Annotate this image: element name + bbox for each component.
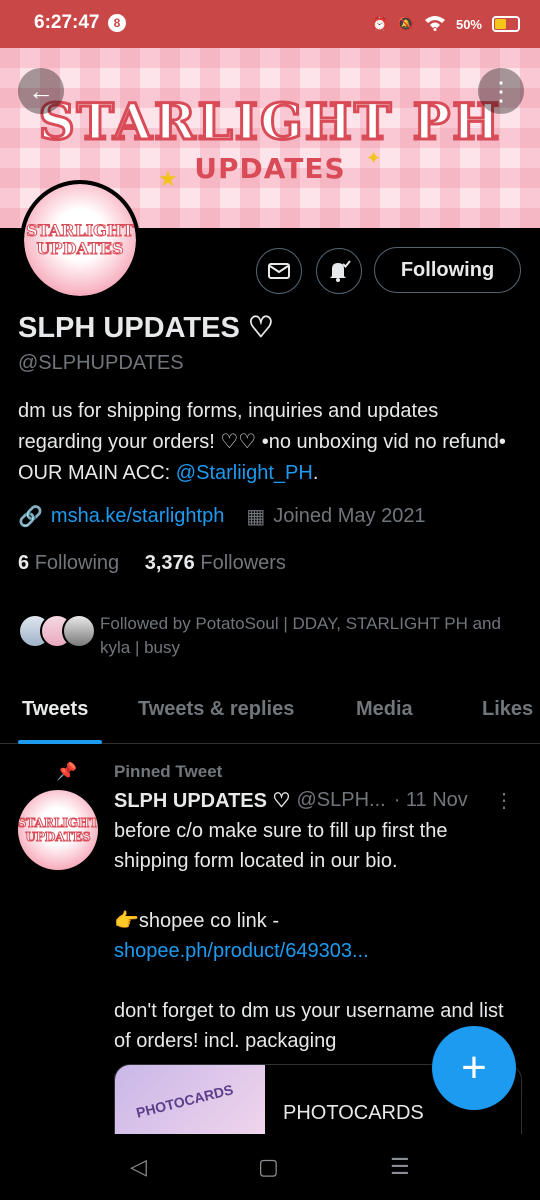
tweet-header: SLPH UPDATES ♡ @SLPH... · 11 Nov ⋮ xyxy=(114,788,524,813)
bio-mention-link[interactable]: @Starliight_PH xyxy=(176,462,313,484)
tab-likes[interactable]: Likes xyxy=(482,698,533,721)
active-tab-indicator xyxy=(18,740,102,744)
tab-tweets[interactable]: Tweets xyxy=(22,698,88,721)
bell-check-icon xyxy=(330,260,351,282)
alarm-icon: ⏰ xyxy=(371,16,388,31)
tweet-date[interactable]: · 11 Nov xyxy=(394,789,468,812)
calendar-icon: ▦ xyxy=(246,506,266,528)
more-vertical-icon: ⋮ xyxy=(488,75,514,106)
following-count-link[interactable]: 6 Following xyxy=(18,552,119,574)
pin-icon: 📌 xyxy=(56,762,78,781)
following-count: 6 xyxy=(18,552,30,574)
nav-home-icon[interactable]: ▢ xyxy=(258,1154,279,1180)
following-button[interactable]: Following xyxy=(374,247,521,293)
tweet-author[interactable]: SLPH UPDATES ♡ xyxy=(114,788,290,813)
system-nav-bar: ◁ ▢ ☰ xyxy=(0,1134,540,1200)
avatar-line-1: STARLIGHT xyxy=(26,221,135,240)
tweet-line-1: before c/o make sure to fill up first th… xyxy=(114,820,448,872)
status-time: 6:27:47 xyxy=(34,12,100,33)
tab-media[interactable]: Media xyxy=(356,698,413,721)
more-options-button[interactable]: ⋮ xyxy=(478,68,524,114)
avatar-image: STARLIGHT UPDATES xyxy=(24,184,136,296)
followed-by-text: Followed by PotatoSoul | DDAY, STARLIGHT… xyxy=(100,614,501,657)
tweet-avatar[interactable]: STARLIGHT UPDATES xyxy=(18,790,98,870)
wifi-icon xyxy=(424,15,446,34)
card-thumbnail: PHOTOCARDS xyxy=(115,1065,265,1143)
profile-meta: 🔗 msha.ke/starlightph ▦ Joined May 2021 xyxy=(18,504,426,529)
star-icon: ★ xyxy=(158,166,178,191)
back-button[interactable]: ← xyxy=(18,68,64,114)
tweet-avatar-line-1: STARLIGHT xyxy=(18,816,98,831)
followers-count-link[interactable]: 3,376 Followers xyxy=(145,552,286,574)
avatar xyxy=(62,614,96,648)
link-icon: 🔗 xyxy=(18,506,43,528)
star-icon: ✦ xyxy=(366,148,382,168)
message-button[interactable] xyxy=(256,248,302,294)
profile-handle: @SLPHUPDATES xyxy=(18,352,184,374)
status-icons: ⏰ 🔕 50% xyxy=(372,10,520,38)
envelope-icon xyxy=(268,263,290,279)
tweet-body[interactable]: before c/o make sure to fill up first th… xyxy=(114,816,524,1056)
tweet-handle[interactable]: @SLPH... xyxy=(296,789,385,812)
card-thumbnail-text: PHOTOCARDS xyxy=(134,1081,235,1121)
tweet-avatar-line-2: UPDATES xyxy=(25,830,91,845)
profile-bio: dm us for shipping forms, inquiries and … xyxy=(18,396,518,489)
mute-icon: 🔕 xyxy=(397,16,414,31)
back-arrow-icon: ← xyxy=(28,75,54,106)
profile-avatar[interactable]: STARLIGHT UPDATES xyxy=(20,180,140,300)
nav-back-icon[interactable]: ◁ xyxy=(130,1154,147,1180)
pinned-label: Pinned Tweet xyxy=(114,762,223,781)
follower-avatars xyxy=(18,612,98,652)
nav-recents-icon[interactable]: ☰ xyxy=(390,1154,410,1180)
bio-end: . xyxy=(312,462,319,484)
avatar-line-2: UPDATES xyxy=(36,239,124,258)
followers-count: 3,376 xyxy=(144,552,195,574)
battery-percent: 50% xyxy=(455,16,482,32)
tweet-more-icon[interactable]: ⋮ xyxy=(494,788,514,813)
profile-tabs: Tweets Tweets & replies Media Likes xyxy=(0,692,540,744)
notification-badge: 8 xyxy=(108,14,126,32)
followed-by[interactable]: Followed by PotatoSoul | DDAY, STARLIGHT… xyxy=(18,612,520,660)
pinned-indicator: 📌 Pinned Tweet xyxy=(56,762,223,782)
card-title: PHOTOCARDS xyxy=(283,1102,424,1124)
tab-tweets-replies[interactable]: Tweets & replies xyxy=(138,698,294,721)
profile-url[interactable]: msha.ke/starlightph xyxy=(51,505,224,528)
status-bar: 6:27:47 8 ⏰ 🔕 50% xyxy=(0,0,540,48)
tweet-shopee-link[interactable]: shopee.ph/product/649303... xyxy=(114,940,369,962)
banner-title: STARLIGHT PH xyxy=(37,91,502,153)
notifications-button[interactable] xyxy=(316,248,362,294)
battery-icon xyxy=(492,16,520,32)
compose-tweet-button[interactable]: + xyxy=(432,1026,516,1110)
follow-counts: 6 Following 3,376 Followers xyxy=(18,552,286,575)
following-label: Following xyxy=(34,552,120,574)
followers-label: Followers xyxy=(200,552,286,574)
tweet-line-2-prefix: 👉shopee co link - xyxy=(114,910,279,932)
joined-date: Joined May 2021 xyxy=(273,505,426,527)
plus-icon: + xyxy=(461,1043,487,1092)
profile-name: SLPH UPDATES ♡ xyxy=(18,312,274,344)
